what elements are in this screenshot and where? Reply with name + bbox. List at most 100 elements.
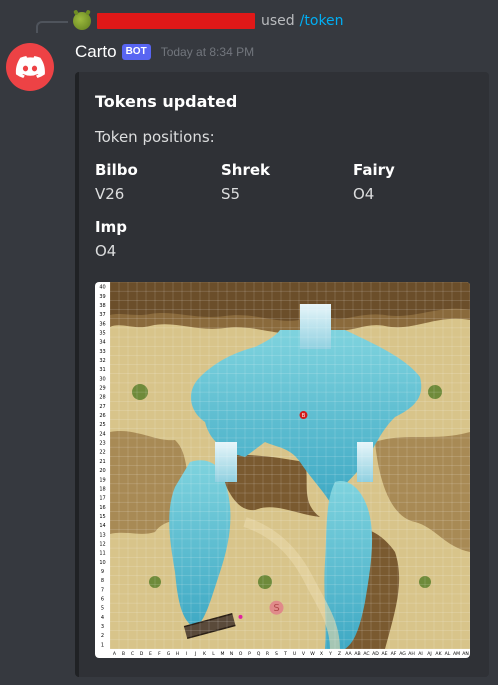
row-label: 29 [99, 386, 105, 392]
column-label: AF [391, 651, 397, 657]
row-label: 11 [99, 551, 105, 557]
row-label: 4 [101, 615, 104, 621]
field-value: V26 [95, 185, 125, 203]
reply-used-text: used [261, 13, 295, 29]
reply-reference[interactable]: used /token [73, 10, 344, 32]
bot-tag: BOT [121, 44, 151, 60]
bot-avatar[interactable] [6, 43, 54, 91]
row-label: 26 [99, 413, 105, 419]
embed-card: Tokens updated Token positions: Bilbo V2… [75, 72, 489, 677]
row-label: 14 [99, 523, 105, 529]
column-label: U [293, 651, 296, 657]
battle-map-image[interactable]: A B C D E F G H I J K L M N O P Q R S T U V W X Y Z AA AB AC AD AE AF AG… [95, 282, 470, 658]
row-label: 23 [99, 441, 105, 447]
column-label: AN [462, 651, 469, 657]
message-header: Carto BOT Today at 8:34 PM [75, 40, 254, 64]
slash-command-link[interactable]: /token [300, 13, 344, 29]
column-label: M [221, 651, 225, 657]
column-label: O [239, 651, 243, 657]
column-label: L [212, 651, 215, 657]
row-label: 38 [99, 303, 105, 309]
column-label: Z [338, 651, 341, 657]
row-label: 25 [99, 422, 105, 428]
field-fairy: Fairy O4 [353, 161, 395, 203]
column-label: T [283, 651, 287, 657]
column-label: N [230, 651, 233, 657]
row-label: 7 [101, 587, 104, 593]
row-label: 28 [99, 395, 105, 401]
column-label: D [140, 651, 144, 657]
row-label: 35 [99, 330, 105, 336]
row-label: 9 [101, 569, 104, 575]
replied-user-avatar[interactable] [73, 12, 91, 30]
column-label: X [320, 651, 323, 657]
field-value: S5 [221, 185, 241, 203]
field-imp: Imp O4 [95, 218, 127, 260]
row-label: 10 [99, 560, 105, 566]
embed-description: Token positions: [95, 128, 215, 146]
embed-title: Tokens updated [95, 92, 238, 111]
column-label: AE [381, 651, 387, 657]
column-label: AA [345, 651, 352, 657]
row-label: 40 [99, 285, 105, 291]
row-label: 22 [99, 450, 105, 456]
row-label: 30 [99, 376, 105, 382]
row-label: 19 [99, 477, 105, 483]
row-label: 6 [101, 597, 104, 603]
bot-username[interactable]: Carto [75, 42, 117, 62]
column-label: P [248, 651, 251, 657]
row-label: 3 [101, 624, 104, 630]
row-label: 5 [101, 606, 104, 612]
field-value: O4 [95, 242, 117, 260]
column-label: H [176, 651, 179, 657]
column-label: Y [328, 651, 332, 657]
row-label: 21 [99, 459, 105, 465]
column-label: C [131, 651, 134, 657]
reply-spine [36, 21, 68, 33]
column-label: R [266, 651, 270, 657]
column-label: S [275, 651, 278, 657]
redacted-username [97, 13, 255, 29]
discord-logo-icon [15, 56, 45, 78]
column-label: AM [453, 651, 460, 657]
column-label: K [203, 651, 207, 657]
field-name: Fairy [353, 161, 395, 179]
column-label: Q [257, 651, 261, 657]
row-label: 13 [99, 532, 105, 538]
column-label: A [113, 651, 117, 657]
map-token-label: B [302, 413, 306, 419]
row-label: 34 [99, 340, 105, 346]
row-label: 1 [101, 642, 104, 648]
field-value: O4 [353, 185, 375, 203]
row-label: 24 [99, 431, 105, 437]
map-token [238, 614, 243, 619]
column-label: B [122, 651, 125, 657]
row-label: 39 [99, 294, 105, 300]
row-label: 27 [99, 404, 105, 410]
column-label: AK [435, 651, 442, 657]
column-label: AH [408, 651, 415, 657]
row-label: 16 [99, 505, 105, 511]
column-label: AI [418, 651, 423, 657]
column-label: AC [363, 651, 369, 657]
column-label: AG [399, 651, 406, 657]
field-shrek: Shrek S5 [221, 161, 270, 203]
row-label: 18 [99, 486, 105, 492]
row-label: 12 [99, 541, 105, 547]
column-label: I [186, 651, 187, 657]
field-name: Imp [95, 218, 127, 236]
row-label: 2 [101, 633, 104, 639]
column-label: AL [445, 651, 451, 657]
message-timestamp: Today at 8:34 PM [160, 45, 255, 59]
field-name: Shrek [221, 161, 271, 179]
row-label: 37 [99, 312, 105, 318]
row-label: 8 [101, 578, 104, 584]
row-label: 33 [99, 349, 105, 355]
row-label: 15 [99, 514, 105, 520]
row-label: 17 [99, 496, 105, 502]
field-name: Bilbo [95, 161, 138, 179]
row-label: 20 [99, 468, 105, 474]
column-label: W [310, 651, 315, 657]
map-grid [109, 282, 470, 650]
column-label: AJ [427, 651, 432, 657]
